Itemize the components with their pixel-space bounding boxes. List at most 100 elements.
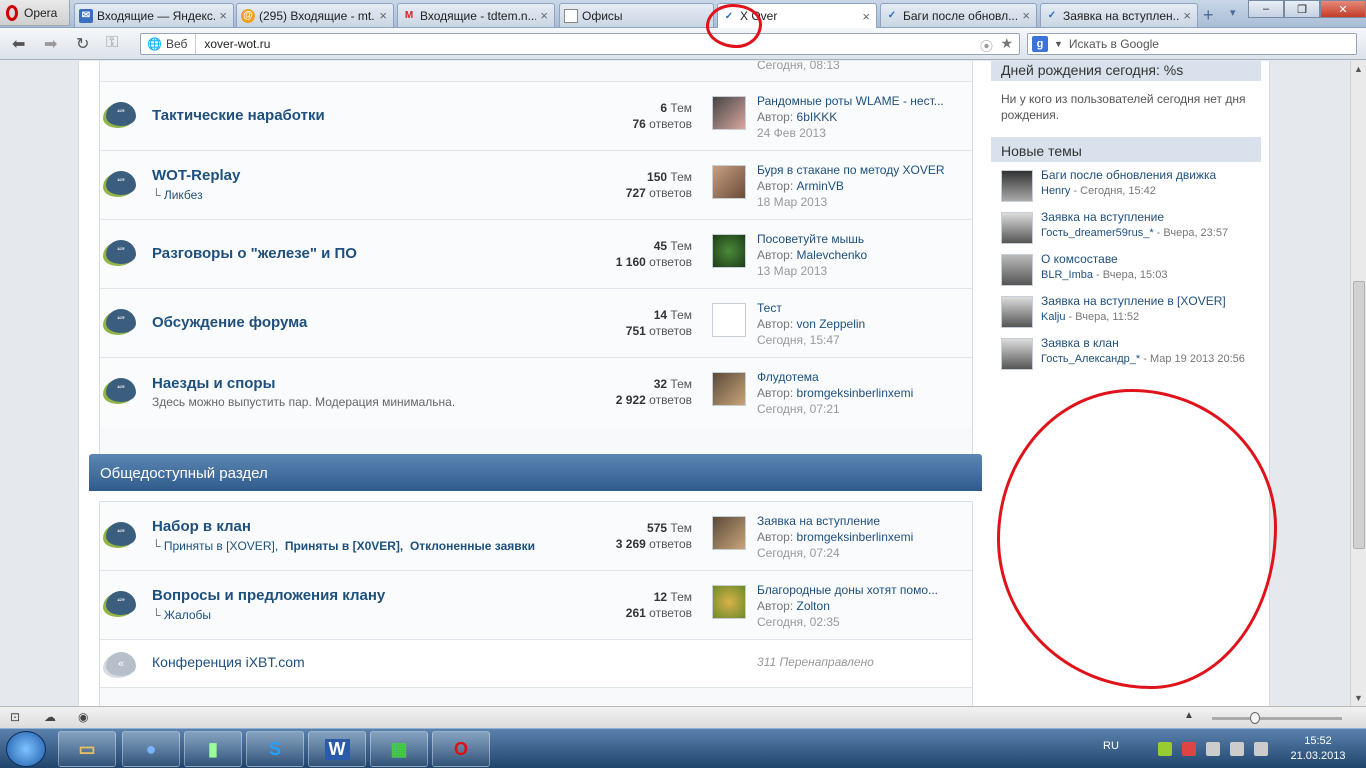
speed-dial-icon[interactable]: ◉ (78, 710, 88, 724)
tab-menu-icon[interactable]: ▾ (1230, 6, 1236, 19)
last-post-title[interactable]: Благородные доны хотят помо... (757, 582, 967, 598)
volume-tray-icon[interactable] (1254, 742, 1268, 756)
thread-title[interactable]: Заявка в клан (1041, 336, 1119, 350)
language-indicator[interactable]: RU (1103, 740, 1119, 752)
avatar[interactable] (712, 585, 746, 619)
last-post-title[interactable]: Тест (757, 300, 967, 316)
tab-yandex-mail[interactable]: ✉ Входящие — Яндекс... × (74, 3, 234, 27)
redirect-node-title[interactable]: Конференция iXBT.com (152, 654, 305, 670)
new-tab-button[interactable]: + (1203, 5, 1214, 26)
avatar[interactable] (712, 96, 746, 130)
forum-node[interactable]: “” Разговоры о "железе" и ПО 45 Тем 1 16… (100, 220, 972, 289)
forum-node-title[interactable]: Набор в клан (152, 518, 251, 535)
zoom-slider-knob[interactable] (1250, 712, 1260, 724)
cloud-icon[interactable]: ☁ (44, 710, 56, 724)
list-item[interactable]: Заявка в клан Гость_Александр_* - Мар 19… (991, 334, 1261, 376)
last-post-author[interactable]: Zolton (797, 599, 830, 613)
bookmark-star-icon[interactable]: ★ (1000, 35, 1013, 52)
scroll-up-icon[interactable]: ▲ (1354, 64, 1363, 74)
close-tab-icon[interactable]: × (219, 8, 227, 23)
section-title[interactable]: Общедоступный раздел (100, 465, 268, 482)
forum-node[interactable]: “” Набор в клан └ Приняты в [XOVER], При… (100, 502, 972, 571)
list-item[interactable]: Заявка на вступление Гость_dreamer59rus_… (991, 208, 1261, 250)
avatar[interactable] (712, 303, 746, 337)
alert-tray-icon[interactable] (1182, 742, 1196, 756)
url-text[interactable]: xover-wot.ru (196, 37, 270, 51)
opera-taskbar-icon[interactable]: O (432, 731, 490, 767)
network-tray-icon[interactable] (1158, 742, 1172, 756)
forum-node-title[interactable]: Обсуждение форума (152, 314, 307, 331)
scroll-down-icon[interactable]: ▼ (1354, 693, 1363, 703)
thread-author[interactable]: Гость_dreamer59rus_* (1041, 227, 1154, 239)
back-arrow-icon[interactable]: ⬅ (12, 34, 25, 54)
avatar[interactable] (712, 234, 746, 268)
last-post-author[interactable]: bromgeksinberlinxemi (797, 386, 914, 400)
avatar[interactable] (1001, 254, 1033, 286)
last-post-author[interactable]: von Zeppelin (797, 317, 866, 331)
last-post-author[interactable]: bromgeksinberlinxemi (797, 530, 914, 544)
address-field[interactable]: 🌐 Веб xover-wot.ru ⦿ ★ (140, 33, 1020, 55)
tab-gmail[interactable]: M Входящие - tdtem.n... × (397, 3, 555, 27)
list-item[interactable]: Заявка на вступление в [XOVER] Kalju - В… (991, 292, 1261, 334)
redirect-node[interactable]: « Конференция iXBT.com 311 Перенаправлен… (100, 640, 972, 688)
rss-icon[interactable]: ⦿ (980, 36, 993, 55)
last-post-title[interactable]: Буря в стакане по методу XOVER (757, 162, 967, 178)
clock[interactable]: 15:52 21.03.2013 (1288, 734, 1348, 764)
forward-arrow-icon[interactable]: ➡ (44, 34, 57, 54)
thread-author[interactable]: Kalju (1041, 311, 1065, 323)
forum-node[interactable]: “” Тактические наработки 6 Тем 76 ответо… (100, 82, 972, 151)
avatar[interactable] (712, 516, 746, 550)
last-post-author[interactable]: Malevchenko (797, 248, 868, 262)
forum-node-title[interactable]: Вопросы и предложения клану (152, 587, 385, 604)
close-tab-icon[interactable]: × (862, 9, 870, 24)
subforum-link[interactable]: Жалобы (164, 608, 211, 622)
close-tab-icon[interactable]: × (1183, 8, 1191, 23)
thread-title[interactable]: О комсоставе (1041, 252, 1118, 266)
start-button[interactable] (6, 731, 46, 767)
word-icon[interactable]: W (308, 731, 366, 767)
gadget-icon[interactable]: ▮ (184, 731, 242, 767)
search-field[interactable]: g ▼ Искать в Google (1027, 33, 1357, 55)
maximize-button[interactable]: ❐ (1284, 0, 1320, 18)
avatar[interactable] (1001, 170, 1033, 202)
subforum-link[interactable]: Ликбез (164, 188, 203, 202)
close-tab-icon[interactable]: × (1022, 8, 1030, 23)
panel-toggle-icon[interactable]: ⊡ (10, 710, 20, 724)
reload-icon[interactable]: ↻ (76, 34, 89, 54)
vertical-scrollbar[interactable]: ▲ ▼ (1350, 61, 1366, 706)
section-header[interactable]: Общедоступный раздел (89, 454, 982, 491)
last-post-title[interactable]: Заявка на вступление (757, 513, 967, 529)
zoom-slider[interactable] (1212, 712, 1342, 724)
avatar[interactable] (1001, 338, 1033, 370)
subforum-link[interactable]: Приняты в [XOVER], (164, 539, 278, 553)
forum-node[interactable]: “” Обсуждение форума 14 Тем 751 ответов … (100, 289, 972, 358)
last-post-title[interactable]: Посоветуйте мышь (757, 231, 967, 247)
avatar[interactable] (1001, 296, 1033, 328)
thread-title[interactable]: Баги после обновления движка (1041, 168, 1216, 182)
tab-application[interactable]: ✓ Заявка на вступлен... × (1040, 3, 1198, 27)
forum-node[interactable]: “” WOT-Replay └ Ликбез 150 Тем 727 ответ… (100, 151, 972, 220)
forum-node-title[interactable]: WOT-Replay (152, 167, 240, 184)
thread-title[interactable]: Заявка на вступление в [XOVER] (1041, 294, 1226, 308)
forum-node-title[interactable]: Разговоры о "железе" и ПО (152, 245, 357, 262)
thread-author[interactable]: Гость_Александр_* (1041, 353, 1140, 365)
key-icon[interactable]: ⚿ (106, 34, 118, 52)
scrollbar-thumb[interactable] (1353, 281, 1365, 549)
forum-node-title[interactable]: Тактические наработки (152, 107, 325, 124)
minimize-button[interactable]: – (1248, 0, 1284, 18)
avatar[interactable] (712, 165, 746, 199)
avatar[interactable] (1001, 212, 1033, 244)
close-tab-icon[interactable]: × (379, 8, 387, 23)
thread-author[interactable]: Henry (1041, 185, 1070, 197)
forum-node[interactable]: “” Наезды и споры Здесь можно выпустить … (100, 358, 972, 427)
explorer-icon[interactable]: ▭ (58, 731, 116, 767)
tab-mailru[interactable]: @ (295) Входящие - mt... × (236, 3, 394, 27)
thread-author[interactable]: BLR_Imba (1041, 269, 1093, 281)
subforum-link[interactable]: Отклоненные заявки (410, 539, 535, 553)
tab-bugs-after-update[interactable]: ✓ Баги после обновл... × (880, 3, 1037, 27)
forum-node[interactable]: “” Вопросы и предложения клану └ Жалобы … (100, 571, 972, 640)
close-tab-icon[interactable]: × (540, 8, 548, 23)
monitor-icon[interactable]: ▦ (370, 731, 428, 767)
thread-title[interactable]: Заявка на вступление (1041, 210, 1164, 224)
last-post-title[interactable]: Рандомные роты WLAME - нест... (757, 93, 967, 109)
